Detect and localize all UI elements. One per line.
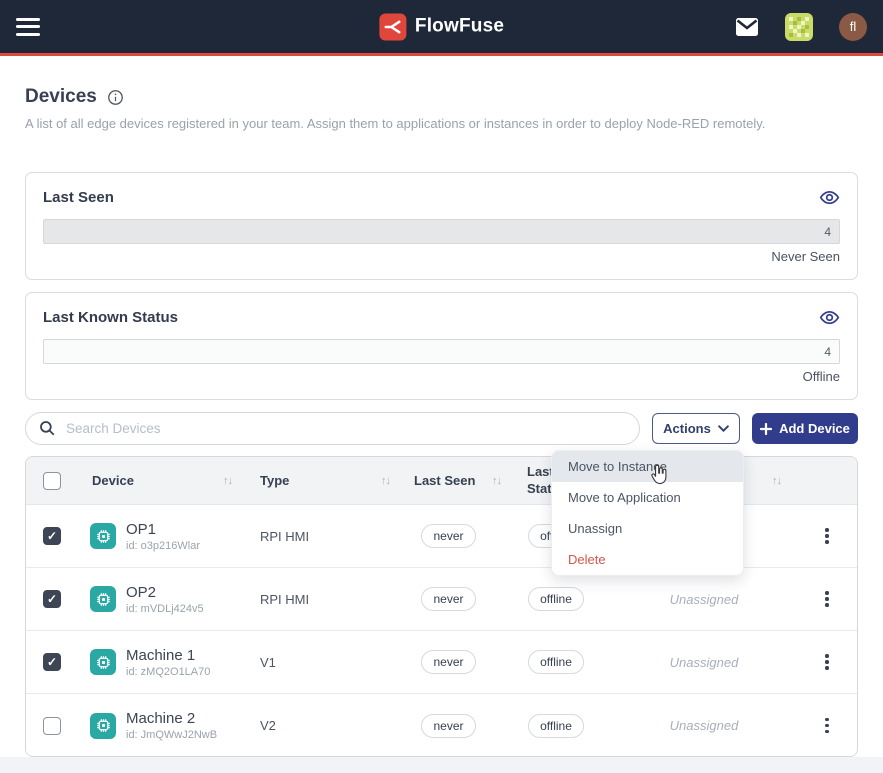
menu-item-delete[interactable]: Delete [552, 544, 743, 575]
assignment-label: Unassigned [670, 718, 739, 733]
status-bar-label: Offline [43, 369, 840, 384]
row-checkbox[interactable] [43, 653, 61, 671]
kebab-menu-icon[interactable] [821, 714, 833, 738]
row-checkbox[interactable] [43, 527, 61, 545]
last-known-status-title: Last Known Status [43, 309, 178, 326]
user-avatar[interactable]: fl [839, 13, 867, 41]
add-device-button-label: Add Device [779, 421, 850, 436]
kebab-menu-icon[interactable] [821, 650, 833, 674]
footer-strip [0, 757, 883, 773]
actions-button-label: Actions [663, 421, 711, 436]
device-name[interactable]: Machine 1 [126, 647, 210, 664]
flowfuse-logo-icon [379, 13, 406, 40]
device-chip-icon [90, 649, 116, 675]
assignment-label: Unassigned [670, 592, 739, 607]
sort-icon[interactable]: ↑↓ [772, 475, 781, 487]
page-title: Devices [25, 86, 97, 108]
last-seen-badge: never [421, 650, 475, 674]
select-all-checkbox[interactable] [43, 472, 61, 490]
device-name[interactable]: OP1 [126, 521, 200, 538]
last-seen-bar-label: Never Seen [43, 249, 840, 264]
brand-logo[interactable]: FlowFuse [379, 13, 504, 40]
last-seen-panel: Last Seen 4 Never Seen [25, 172, 858, 280]
top-navbar: FlowFuse fl [0, 0, 883, 56]
sort-icon[interactable]: ↑↓ [492, 475, 501, 487]
device-id: id: zMQ2O1LA70 [126, 666, 210, 678]
eye-icon[interactable] [819, 309, 840, 326]
row-checkbox[interactable] [43, 590, 61, 608]
device-chip-icon [90, 713, 116, 739]
device-name[interactable]: OP2 [126, 584, 204, 601]
last-seen-bar: 4 [43, 219, 840, 244]
device-id: id: mVDLj424v5 [126, 603, 204, 615]
page-subtitle: A list of all edge devices registered in… [25, 116, 858, 131]
header-last-seen: Last Seen [414, 473, 475, 488]
kebab-menu-icon[interactable] [821, 524, 833, 548]
last-seen-title: Last Seen [43, 189, 114, 206]
chevron-down-icon [718, 425, 729, 432]
brand-name: FlowFuse [415, 16, 504, 38]
table-row[interactable]: Machine 1 id: zMQ2O1LA70 V1 never offlin… [26, 631, 857, 694]
team-avatar[interactable] [785, 13, 813, 41]
sort-icon[interactable]: ↑↓ [223, 475, 232, 487]
info-icon[interactable] [107, 89, 124, 106]
menu-item-move-to-instance[interactable]: Move to Instance [552, 451, 743, 482]
table-row[interactable]: Machine 2 id: JmQWwJ2NwB V2 never offlin… [26, 694, 857, 757]
status-badge: offline [528, 587, 584, 611]
device-type: V1 [246, 655, 396, 670]
assignment-label: Unassigned [670, 655, 739, 670]
device-type: V2 [246, 718, 396, 733]
plus-icon [760, 423, 772, 435]
status-bar: 4 [43, 339, 840, 364]
header-type: Type [260, 473, 289, 488]
device-id: id: o3p216Wlar [126, 540, 200, 552]
kebab-menu-icon[interactable] [821, 587, 833, 611]
device-chip-icon [90, 523, 116, 549]
device-type: RPI HMI [246, 592, 396, 607]
status-value: 4 [824, 345, 831, 359]
menu-item-unassign[interactable]: Unassign [552, 513, 743, 544]
last-seen-value: 4 [824, 225, 831, 239]
device-type: RPI HMI [246, 529, 396, 544]
actions-dropdown-menu: Move to Instance Move to Application Una… [551, 450, 744, 576]
actions-button[interactable]: Actions [652, 413, 740, 444]
last-seen-badge: never [421, 524, 475, 548]
hamburger-menu-icon[interactable] [16, 18, 40, 36]
row-checkbox[interactable] [43, 717, 61, 735]
device-chip-icon [90, 586, 116, 612]
last-known-status-panel: Last Known Status 4 Offline [25, 292, 858, 400]
sort-icon[interactable]: ↑↓ [381, 475, 390, 487]
device-id: id: JmQWwJ2NwB [126, 729, 217, 741]
add-device-button[interactable]: Add Device [752, 413, 858, 444]
device-name[interactable]: Machine 2 [126, 710, 217, 727]
search-input[interactable] [25, 412, 640, 445]
mail-icon[interactable] [735, 17, 759, 37]
eye-icon[interactable] [819, 189, 840, 206]
status-badge: offline [528, 650, 584, 674]
menu-item-move-to-application[interactable]: Move to Application [552, 482, 743, 513]
last-seen-badge: never [421, 587, 475, 611]
last-seen-badge: never [421, 714, 475, 738]
table-row[interactable]: OP2 id: mVDLj424v5 RPI HMI never offline… [26, 568, 857, 631]
header-device: Device [92, 473, 134, 488]
status-badge: offline [528, 714, 584, 738]
